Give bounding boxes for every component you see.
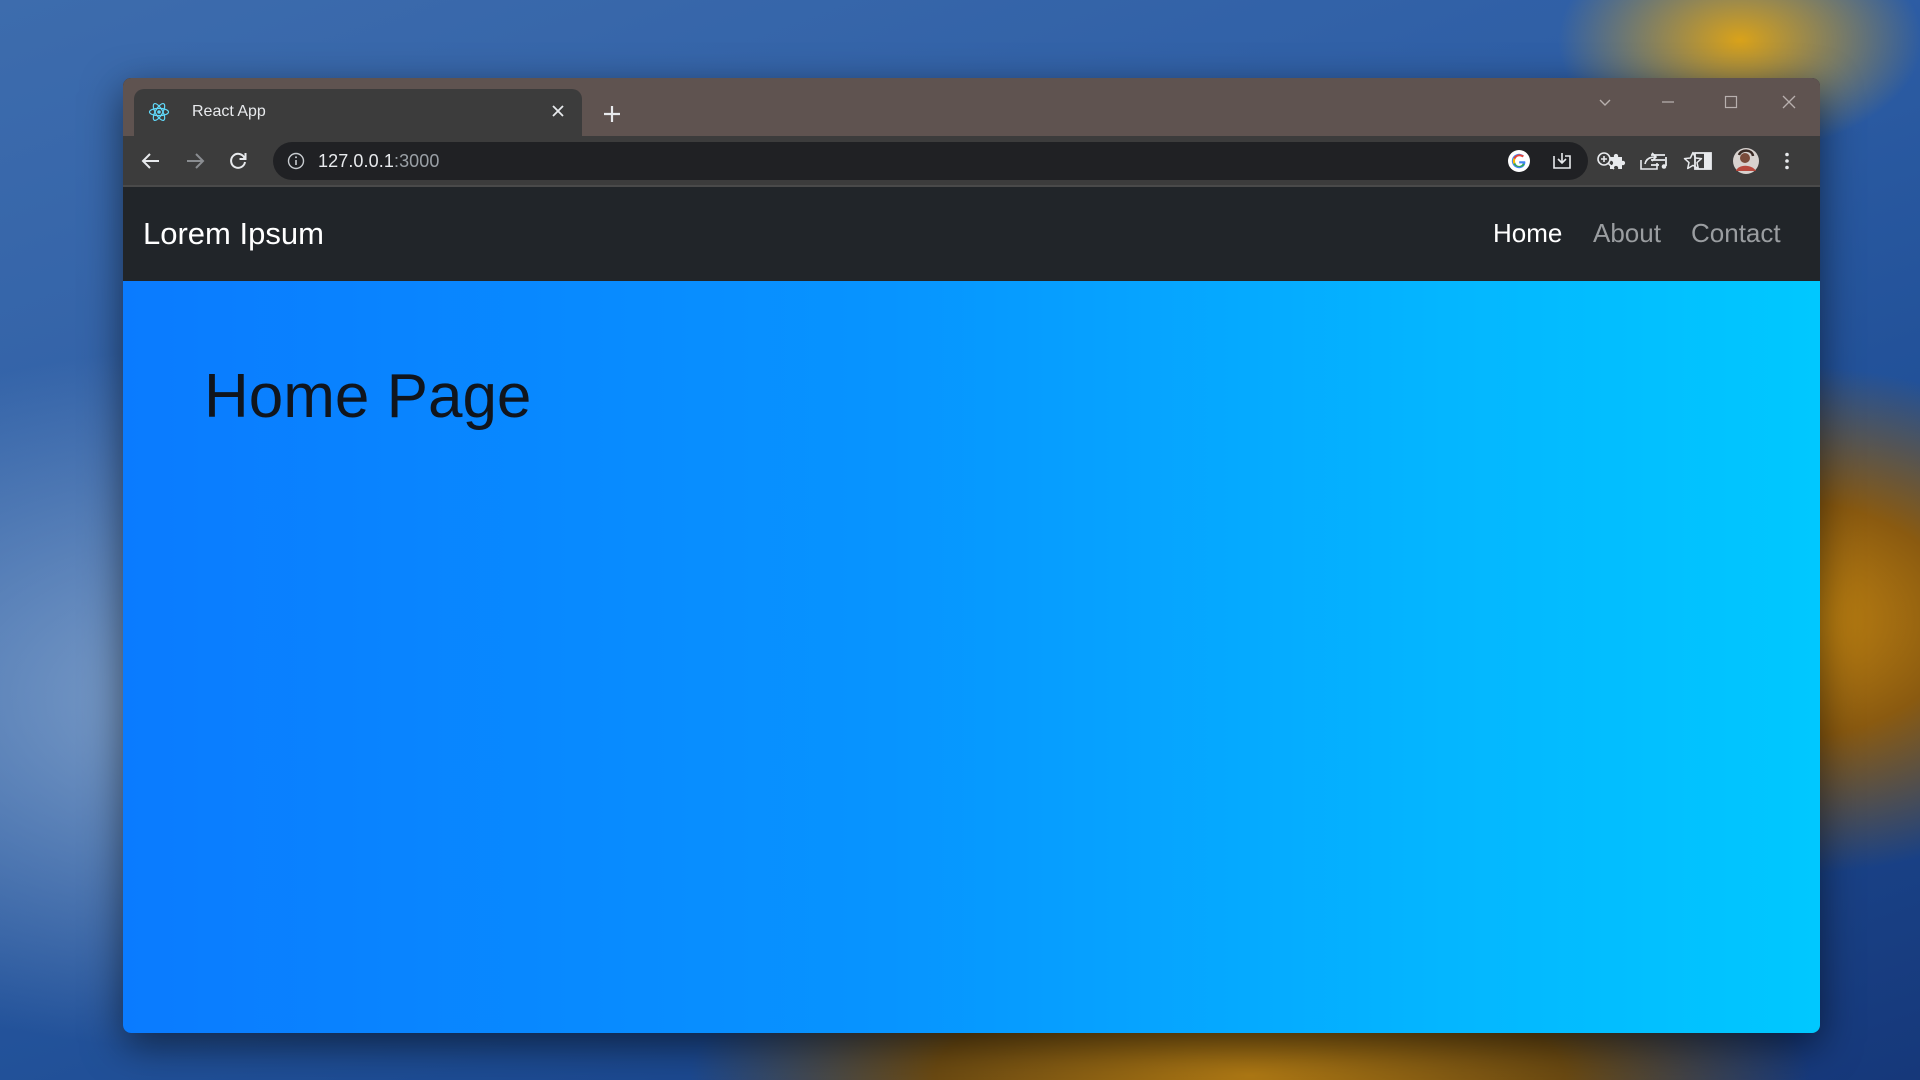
page-viewport: Lorem Ipsum Home About Contact Home Page <box>123 187 1820 1033</box>
tab-react-app[interactable]: React App <box>134 89 582 136</box>
nav-link-contact[interactable]: Contact <box>1691 218 1781 249</box>
back-arrow-icon[interactable] <box>137 147 165 175</box>
page-heading: Home Page <box>204 362 532 431</box>
extensions-puzzle-icon[interactable] <box>1603 147 1631 175</box>
tab-title: React App <box>192 103 266 120</box>
maximize-icon[interactable] <box>1714 86 1748 118</box>
url-text[interactable]: 127.0.0.1:3000 <box>318 151 440 172</box>
url-host: 127.0.0.1 <box>318 151 394 171</box>
new-tab-icon[interactable] <box>597 99 627 129</box>
url-port: :3000 <box>393 151 440 171</box>
profile-avatar-icon[interactable] <box>1732 147 1760 175</box>
minimize-icon[interactable] <box>1651 86 1685 118</box>
tab-strip: React App <box>123 78 1820 136</box>
media-controls-icon[interactable] <box>1646 147 1674 175</box>
forward-arrow-icon[interactable] <box>181 147 209 175</box>
hero-section: Home Page <box>123 281 1820 1033</box>
close-tab-icon[interactable] <box>546 99 570 123</box>
address-bar[interactable]: 127.0.0.1:3000 <box>273 142 1703 180</box>
site-navbar: Lorem Ipsum Home About Contact <box>123 187 1820 281</box>
browser-window: React App 127.0.0.1:3000 Lorem Ipsum Hom… <box>123 78 1820 1033</box>
react-logo-icon <box>148 101 170 123</box>
tab-search-chevron-icon[interactable] <box>1588 86 1622 118</box>
install-app-icon[interactable] <box>1548 147 1576 175</box>
side-panel-icon[interactable] <box>1689 147 1717 175</box>
google-icon[interactable] <box>1505 147 1533 175</box>
close-window-icon[interactable] <box>1772 86 1806 118</box>
reload-icon[interactable] <box>224 147 252 175</box>
nav-link-home[interactable]: Home <box>1493 218 1562 249</box>
browser-toolbar: 127.0.0.1:3000 <box>123 136 1820 186</box>
nav-link-about[interactable]: About <box>1593 218 1661 249</box>
navbar-brand[interactable]: Lorem Ipsum <box>143 216 324 252</box>
site-info-icon[interactable] <box>287 152 305 170</box>
menu-kebab-icon[interactable] <box>1773 147 1801 175</box>
